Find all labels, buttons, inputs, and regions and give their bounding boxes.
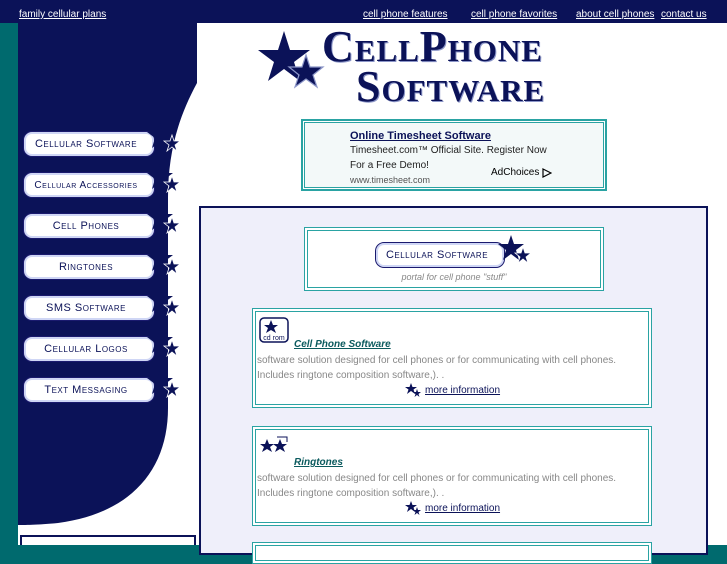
nav-link-contact-us[interactable]: contact us [661, 9, 707, 21]
sidebar-bottom-box [20, 535, 196, 545]
card-title-link[interactable]: Ringtones [294, 457, 343, 468]
more-information-link[interactable]: more information [425, 385, 500, 396]
ad-title[interactable]: Online Timesheet Software [350, 130, 491, 142]
ad-text-line1: Timesheet.com™ Official Site. Register N… [350, 145, 547, 156]
sidebar-item-sms-software[interactable]: SMS Software [23, 295, 155, 321]
sidebar-item-label: Cellular Logos [44, 343, 128, 355]
portal-box: Cellular Software portal for cell phone … [304, 227, 604, 291]
adchoices-label: AdChoices [491, 167, 540, 178]
sidebar: Cellular Software Cellular Accessories C… [18, 23, 197, 545]
site-logo[interactable]: CellPhone Software [258, 22, 658, 111]
card-desc-line2: Includes ringtone composition software,)… [257, 370, 445, 381]
portal-button-label: Cellular Software [385, 249, 489, 261]
ad-banner[interactable]: Online Timesheet Software Timesheet.com™… [301, 119, 607, 191]
nav-link-family-cellular-plans[interactable]: family cellular plans [19, 9, 106, 21]
content-panel: Cellular Software portal for cell phone … [199, 206, 708, 564]
adchoices-icon [542, 167, 553, 178]
sidebar-item-label: Text Messaging [44, 384, 128, 396]
card-desc-line1: software solution designed for cell phon… [257, 473, 617, 484]
card-desc-line1: software solution designed for cell phon… [257, 355, 617, 366]
stars-icon [260, 436, 288, 452]
star-icon [498, 235, 533, 265]
ad-url[interactable]: www.timesheet.com [350, 175, 430, 185]
card-desc-line2: Includes ringtone composition software,)… [257, 488, 445, 499]
adchoices-button[interactable]: AdChoices [491, 167, 553, 178]
sidebar-item-cell-phones[interactable]: Cell Phones [23, 213, 155, 239]
star-icon [147, 123, 182, 153]
card-description: software solution designed for cell phon… [257, 471, 637, 501]
sidebar-item-ringtones[interactable]: Ringtones [23, 254, 155, 280]
nav-link-cell-phone-features[interactable]: cell phone features [363, 9, 448, 21]
portal-tagline: portal for cell phone "stuff" [401, 272, 507, 282]
star-icon [147, 164, 182, 194]
star-icon [147, 246, 182, 276]
more-info[interactable]: more information [405, 501, 500, 515]
sidebar-swoosh-graphic [18, 23, 197, 525]
cd-rom-icon: cd rom [259, 317, 289, 343]
star-icon [405, 383, 421, 397]
sidebar-item-cellular-software[interactable]: Cellular Software [23, 131, 155, 157]
cd-rom-icon-text: cd rom [263, 335, 285, 342]
ad-text-line2: For a Free Demo! [350, 160, 429, 171]
sidebar-item-text-messaging[interactable]: Text Messaging [23, 377, 155, 403]
star-icon [147, 328, 182, 358]
star-icon [405, 501, 421, 515]
product-card: cd rom Cell Phone Software software solu… [252, 308, 652, 408]
sidebar-item-cellular-logos[interactable]: Cellular Logos [23, 336, 155, 362]
nav-link-about-cell-phones[interactable]: about cell phones [576, 9, 654, 21]
star-icon [147, 205, 182, 235]
star-icon [147, 369, 182, 399]
page-panel: Cellular Software Cellular Accessories C… [18, 22, 727, 564]
product-card: Ringtones software solution designed for… [252, 426, 652, 526]
product-card [252, 542, 652, 564]
sidebar-item-label: SMS Software [46, 302, 126, 314]
double-star-icon [258, 31, 325, 89]
card-title-link[interactable]: Cell Phone Software [294, 339, 391, 350]
sidebar-item-label: Cellular Software [34, 138, 138, 150]
sidebar-item-label: Cellular Accessories [34, 179, 138, 191]
sidebar-item-label: Ringtones [58, 261, 114, 273]
nav-link-cell-phone-favorites[interactable]: cell phone favorites [471, 9, 557, 21]
top-nav-bar: family cellular plans cell phone feature… [0, 0, 727, 23]
more-information-link[interactable]: more information [425, 503, 500, 514]
more-info[interactable]: more information [405, 383, 500, 397]
portal-cellular-software-button[interactable]: Cellular Software [375, 242, 505, 268]
card-description: software solution designed for cell phon… [257, 353, 637, 383]
sidebar-item-cellular-accessories[interactable]: Cellular Accessories [23, 172, 155, 198]
star-icon [147, 287, 182, 317]
sidebar-item-label: Cell Phones [52, 220, 120, 232]
logo-line2: Software [356, 62, 546, 111]
